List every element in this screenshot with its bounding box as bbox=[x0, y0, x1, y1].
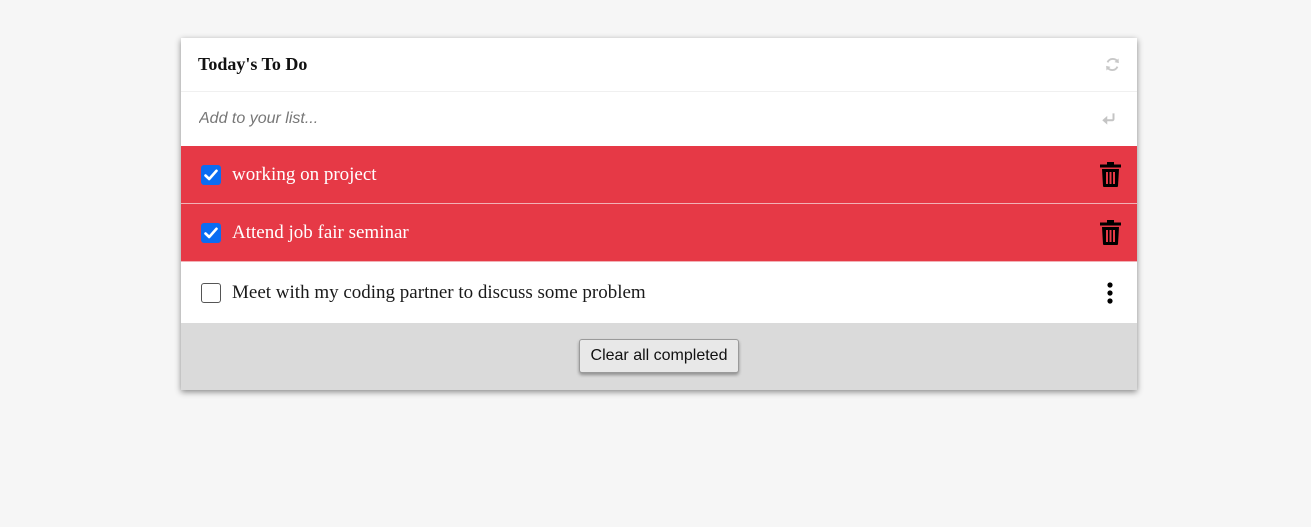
todo-footer: Clear all completed bbox=[181, 323, 1137, 390]
more-vertical-icon bbox=[1107, 281, 1113, 304]
todo-checkbox[interactable] bbox=[201, 282, 221, 303]
todo-text: working on project bbox=[232, 163, 377, 185]
todo-header: Today's To Do bbox=[181, 38, 1137, 92]
todo-checkbox[interactable] bbox=[201, 164, 221, 185]
trash-icon bbox=[1099, 220, 1121, 245]
checkmark-icon bbox=[204, 227, 218, 238]
todo-card: Today's To Do working on bbox=[181, 38, 1137, 390]
add-item-row bbox=[181, 92, 1137, 146]
clear-completed-button[interactable]: Clear all completed bbox=[578, 339, 740, 373]
todo-item: working on project bbox=[181, 146, 1137, 204]
enter-icon bbox=[1101, 113, 1114, 125]
todo-item: Attend job fair seminar bbox=[181, 204, 1137, 262]
refresh-icon bbox=[1105, 58, 1119, 71]
todo-item: Meet with my coding partner to discuss s… bbox=[181, 262, 1137, 323]
trash-icon bbox=[1099, 162, 1121, 187]
delete-button[interactable] bbox=[1097, 161, 1123, 189]
refresh-button[interactable] bbox=[1103, 56, 1121, 74]
todo-item-content: Meet with my coding partner to discuss s… bbox=[201, 282, 646, 304]
page-title: Today's To Do bbox=[198, 54, 308, 74]
todo-item-content: Attend job fair seminar bbox=[201, 222, 409, 244]
todo-checkbox[interactable] bbox=[201, 222, 221, 243]
todo-item-content: working on project bbox=[201, 164, 377, 186]
delete-button[interactable] bbox=[1097, 219, 1123, 247]
todo-text: Meet with my coding partner to discuss s… bbox=[232, 281, 646, 303]
checkmark-icon bbox=[204, 169, 218, 180]
more-options-button[interactable] bbox=[1097, 279, 1123, 307]
todo-text: Attend job fair seminar bbox=[232, 221, 409, 243]
add-item-input[interactable] bbox=[199, 110, 1059, 128]
enter-button[interactable] bbox=[1099, 110, 1117, 128]
